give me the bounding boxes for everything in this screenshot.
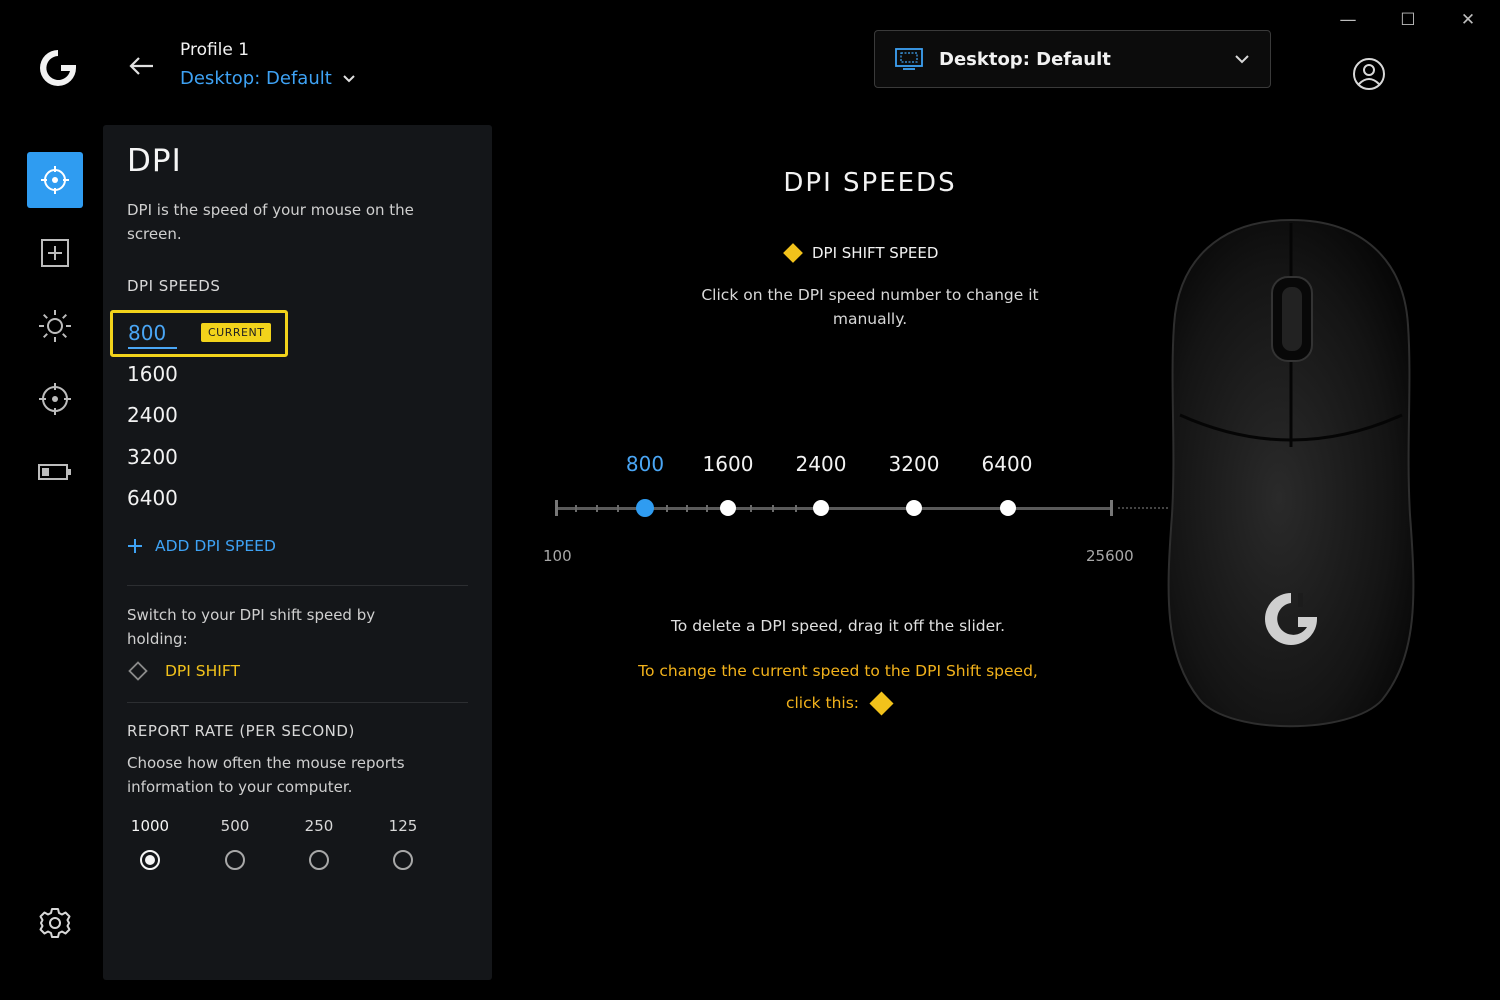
slider-handle-current[interactable] bbox=[636, 499, 654, 517]
current-badge: CURRENT bbox=[201, 323, 272, 342]
profile-mode-selector[interactable]: Desktop: Default bbox=[180, 68, 356, 89]
dpi-shift-speed-label: DPI SHIFT SPEED bbox=[812, 244, 939, 262]
back-arrow-icon[interactable] bbox=[128, 52, 156, 80]
battery-icon bbox=[38, 464, 71, 480]
slider-tick bbox=[795, 505, 797, 512]
change-shift-hint: To change the current speed to the DPI S… bbox=[600, 655, 1076, 719]
divider bbox=[127, 702, 468, 703]
slider-tick bbox=[666, 505, 668, 512]
dpi-shift-label: DPI SHIFT bbox=[165, 662, 240, 680]
change-hint-line-2-text: click this: bbox=[785, 694, 860, 712]
dpi-speed-current-item[interactable]: 800 CURRENT bbox=[110, 310, 288, 357]
report-rate-radio-500[interactable] bbox=[225, 850, 245, 870]
report-rate-label: 125 bbox=[388, 817, 418, 835]
slider-value-label[interactable]: 800 bbox=[626, 452, 664, 476]
logitech-g-logo-icon bbox=[40, 50, 76, 86]
assignments-plus-icon bbox=[41, 239, 69, 267]
change-hint-line-1: To change the current speed to the DPI S… bbox=[638, 662, 1038, 680]
slider-min-label: 100 bbox=[543, 547, 572, 565]
dpi-speeds-heading: DPI SPEEDS bbox=[127, 277, 221, 295]
diamond-outline-icon bbox=[128, 661, 148, 681]
dpi-sensitivity-icon bbox=[41, 166, 69, 194]
maximize-icon[interactable]: ☐ bbox=[1398, 8, 1418, 32]
profile-mode-label: Desktop: Default bbox=[180, 68, 332, 89]
slider-tick bbox=[575, 505, 577, 512]
diamond-icon bbox=[783, 243, 803, 263]
set-shift-diamond-button[interactable] bbox=[869, 691, 894, 716]
dpi-speed-item[interactable]: 2400 bbox=[127, 403, 178, 427]
report-rate-radio-125[interactable] bbox=[393, 850, 413, 870]
slider-value-label[interactable]: 3200 bbox=[889, 452, 940, 476]
slider-tick bbox=[596, 505, 598, 512]
gear-icon bbox=[39, 908, 71, 938]
report-rate-label: 250 bbox=[304, 817, 334, 835]
settings-button[interactable] bbox=[36, 904, 74, 942]
slider-end-cap bbox=[1110, 500, 1113, 516]
slider-tick bbox=[686, 505, 688, 512]
report-rate-radio-250[interactable] bbox=[309, 850, 329, 870]
dpi-speed-item[interactable]: 3200 bbox=[127, 445, 178, 469]
click-hint-text: Click on the DPI speed number to change … bbox=[701, 286, 1039, 328]
divider bbox=[127, 585, 468, 586]
report-rate-label: 500 bbox=[220, 817, 250, 835]
profile-dropdown[interactable]: Desktop: Default bbox=[874, 30, 1271, 88]
report-rate-heading: REPORT RATE (PER SECOND) bbox=[127, 722, 355, 740]
profile-dropdown-label: Desktop: Default bbox=[939, 48, 1111, 70]
account-icon[interactable] bbox=[1352, 57, 1386, 91]
rail-sensor-button[interactable] bbox=[27, 371, 83, 427]
add-dpi-speed-button[interactable]: ADD DPI SPEED bbox=[127, 537, 276, 555]
slider-handle[interactable] bbox=[813, 500, 829, 516]
close-icon[interactable]: ✕ bbox=[1458, 8, 1478, 32]
panel-title: DPI bbox=[127, 143, 182, 179]
dpi-shift-description: Switch to your DPI shift speed by holdin… bbox=[127, 606, 376, 648]
desktop-profile-icon bbox=[895, 48, 923, 70]
rail-assignments-button[interactable] bbox=[27, 225, 83, 281]
add-dpi-speed-label: ADD DPI SPEED bbox=[155, 537, 276, 555]
window-controls: — ☐ ✕ bbox=[1338, 8, 1478, 32]
dpi-shift-speed-legend: DPI SHIFT SPEED bbox=[783, 243, 939, 263]
dpi-speed-value[interactable]: 800 bbox=[128, 321, 177, 349]
rail-lighting-button[interactable] bbox=[27, 298, 83, 354]
mouse-illustration bbox=[1167, 218, 1415, 728]
dpi-settings-panel: DPI DPI is the speed of your mouse on th… bbox=[103, 125, 492, 980]
plus-icon bbox=[128, 539, 142, 553]
chevron-down-icon bbox=[343, 74, 355, 82]
panel-description: DPI is the speed of your mouse on the sc… bbox=[127, 201, 414, 243]
change-hint-line-2: click this: bbox=[600, 687, 1076, 719]
report-rate-label: 1000 bbox=[130, 817, 170, 835]
dpi-shift-button[interactable]: DPI SHIFT bbox=[127, 660, 240, 682]
slider-tick bbox=[706, 505, 708, 512]
chevron-down-icon bbox=[1235, 55, 1249, 64]
left-rail bbox=[27, 152, 83, 517]
dpi-speed-item[interactable]: 6400 bbox=[127, 486, 178, 510]
slider-value-label[interactable]: 6400 bbox=[982, 452, 1033, 476]
slider-value-label[interactable]: 2400 bbox=[796, 452, 847, 476]
slider-handle[interactable] bbox=[1000, 500, 1016, 516]
slider-start-cap bbox=[555, 500, 558, 516]
rail-dpi-button[interactable] bbox=[27, 152, 83, 208]
dpi-speed-item[interactable]: 1600 bbox=[127, 362, 178, 386]
dpi-speeds-title: DPI SPEEDS bbox=[783, 168, 957, 198]
slider-tick bbox=[750, 505, 752, 512]
delete-hint-text: To delete a DPI speed, drag it off the s… bbox=[670, 617, 1006, 635]
sensor-crosshair-icon bbox=[39, 383, 71, 415]
profile-name: Profile 1 bbox=[180, 40, 250, 60]
slider-max-label: 25600 bbox=[1086, 547, 1134, 565]
rail-battery-button[interactable] bbox=[27, 444, 83, 500]
report-rate-description: Choose how often the mouse reports infor… bbox=[127, 754, 405, 796]
minimize-icon[interactable]: — bbox=[1338, 8, 1358, 32]
slider-tick bbox=[772, 505, 774, 512]
slider-handle[interactable] bbox=[720, 500, 736, 516]
slider-handle[interactable] bbox=[906, 500, 922, 516]
lighting-sun-icon bbox=[39, 310, 71, 342]
slider-tick bbox=[617, 505, 619, 512]
slider-value-label[interactable]: 1600 bbox=[703, 452, 754, 476]
report-rate-radio-1000[interactable] bbox=[140, 850, 160, 870]
